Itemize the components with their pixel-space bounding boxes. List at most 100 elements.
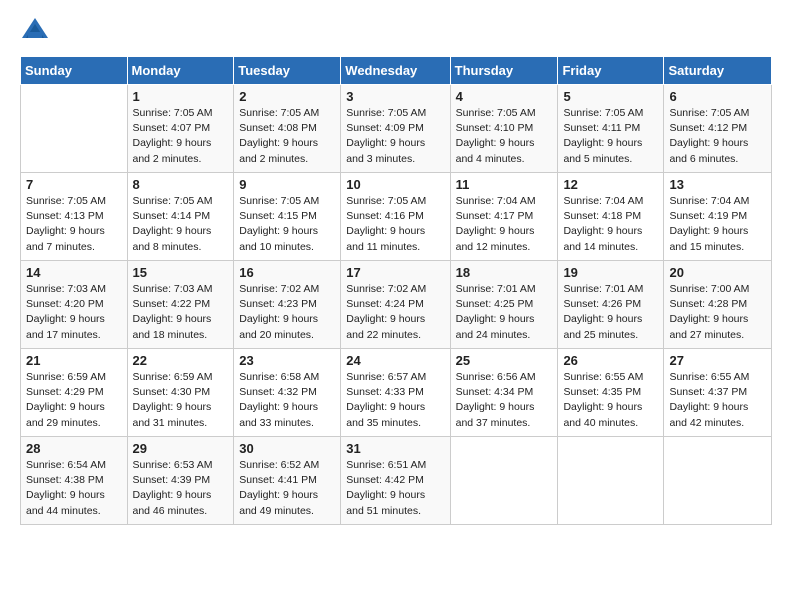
- day-info: Sunrise: 7:05 AMSunset: 4:07 PMDaylight:…: [133, 106, 229, 167]
- logo: [20, 16, 54, 46]
- calendar-cell: 27Sunrise: 6:55 AMSunset: 4:37 PMDayligh…: [664, 349, 772, 437]
- day-number: 17: [346, 265, 444, 280]
- day-number: 27: [669, 353, 766, 368]
- day-number: 11: [456, 177, 553, 192]
- calendar-body: 1 Sunrise: 7:05 AMSunset: 4:07 PMDaylight…: [21, 85, 772, 525]
- weekday-header-tuesday: Tuesday: [234, 57, 341, 85]
- calendar-cell: 25 Sunrise: 6:56 AMSunset: 4:34 PMDayligh…: [450, 349, 558, 437]
- calendar-cell: 16Sunrise: 7:02 AMSunset: 4:23 PMDayligh…: [234, 261, 341, 349]
- day-info: Sunrise: 7:04 AMSunset: 4:18 PMDaylight:…: [563, 194, 658, 255]
- calendar-cell: [558, 437, 664, 525]
- day-number: 3: [346, 89, 444, 104]
- day-info: Sunrise: 7:02 AMSunset: 4:24 PMDaylight:…: [346, 282, 444, 343]
- day-number: 15: [133, 265, 229, 280]
- day-info: Sunrise: 6:53 AMSunset: 4:39 PMDaylight:…: [133, 458, 229, 519]
- calendar-table: SundayMondayTuesdayWednesdayThursdayFrid…: [20, 56, 772, 525]
- calendar-cell: 10 Sunrise: 7:05 AMSunset: 4:16 PMDayligh…: [341, 173, 450, 261]
- day-info: Sunrise: 7:05 AMSunset: 4:16 PMDaylight:…: [346, 194, 444, 255]
- calendar-cell: 3Sunrise: 7:05 AMSunset: 4:09 PMDaylight…: [341, 85, 450, 173]
- day-number: 2: [239, 89, 335, 104]
- day-number: 28: [26, 441, 122, 456]
- calendar-cell: [664, 437, 772, 525]
- day-number: 20: [669, 265, 766, 280]
- day-info: Sunrise: 6:54 AMSunset: 4:38 PMDaylight:…: [26, 458, 122, 519]
- calendar-cell: [450, 437, 558, 525]
- header: [20, 16, 772, 46]
- calendar-cell: 29 Sunrise: 6:53 AMSunset: 4:39 PMDayligh…: [127, 437, 234, 525]
- calendar-cell: 20 Sunrise: 7:00 AMSunset: 4:28 PMDayligh…: [664, 261, 772, 349]
- day-number: 25: [456, 353, 553, 368]
- day-info: Sunrise: 6:51 AMSunset: 4:42 PMDaylight:…: [346, 458, 444, 519]
- day-number: 7: [26, 177, 122, 192]
- day-number: 19: [563, 265, 658, 280]
- day-number: 22: [133, 353, 229, 368]
- day-info: Sunrise: 6:59 AMSunset: 4:30 PMDaylight:…: [133, 370, 229, 431]
- day-info: Sunrise: 7:00 AMSunset: 4:28 PMDaylight:…: [669, 282, 766, 343]
- calendar-cell: 12 Sunrise: 7:04 AMSunset: 4:18 PMDayligh…: [558, 173, 664, 261]
- day-info: Sunrise: 6:58 AMSunset: 4:32 PMDaylight:…: [239, 370, 335, 431]
- day-number: 6: [669, 89, 766, 104]
- calendar-cell: [21, 85, 128, 173]
- day-number: 12: [563, 177, 658, 192]
- day-info: Sunrise: 7:04 AMSunset: 4:17 PMDaylight:…: [456, 194, 553, 255]
- day-number: 10: [346, 177, 444, 192]
- calendar-cell: 9 Sunrise: 7:05 AMSunset: 4:15 PMDaylight…: [234, 173, 341, 261]
- weekday-header-saturday: Saturday: [664, 57, 772, 85]
- calendar-week-5: 28 Sunrise: 6:54 AMSunset: 4:38 PMDayligh…: [21, 437, 772, 525]
- logo-icon: [20, 16, 50, 46]
- day-info: Sunrise: 7:05 AMSunset: 4:15 PMDaylight:…: [239, 194, 335, 255]
- calendar-cell: 24Sunrise: 6:57 AMSunset: 4:33 PMDayligh…: [341, 349, 450, 437]
- calendar-cell: 22 Sunrise: 6:59 AMSunset: 4:30 PMDayligh…: [127, 349, 234, 437]
- weekday-header-monday: Monday: [127, 57, 234, 85]
- day-info: Sunrise: 7:05 AMSunset: 4:10 PMDaylight:…: [456, 106, 553, 167]
- day-number: 9: [239, 177, 335, 192]
- calendar-cell: 21Sunrise: 6:59 AMSunset: 4:29 PMDayligh…: [21, 349, 128, 437]
- day-number: 26: [563, 353, 658, 368]
- day-info: Sunrise: 7:03 AMSunset: 4:20 PMDaylight:…: [26, 282, 122, 343]
- day-info: Sunrise: 7:05 AMSunset: 4:14 PMDaylight:…: [133, 194, 229, 255]
- calendar-cell: 6 Sunrise: 7:05 AMSunset: 4:12 PMDaylight…: [664, 85, 772, 173]
- calendar-cell: 1 Sunrise: 7:05 AMSunset: 4:07 PMDaylight…: [127, 85, 234, 173]
- day-info: Sunrise: 6:57 AMSunset: 4:33 PMDaylight:…: [346, 370, 444, 431]
- calendar-cell: 5 Sunrise: 7:05 AMSunset: 4:11 PMDaylight…: [558, 85, 664, 173]
- weekday-header-sunday: Sunday: [21, 57, 128, 85]
- calendar-cell: 14 Sunrise: 7:03 AMSunset: 4:20 PMDayligh…: [21, 261, 128, 349]
- day-info: Sunrise: 7:05 AMSunset: 4:11 PMDaylight:…: [563, 106, 658, 167]
- calendar-cell: 13Sunrise: 7:04 AMSunset: 4:19 PMDayligh…: [664, 173, 772, 261]
- calendar-cell: 19Sunrise: 7:01 AMSunset: 4:26 PMDayligh…: [558, 261, 664, 349]
- day-number: 31: [346, 441, 444, 456]
- calendar-week-2: 7 Sunrise: 7:05 AMSunset: 4:13 PMDaylight…: [21, 173, 772, 261]
- day-info: Sunrise: 6:52 AMSunset: 4:41 PMDaylight:…: [239, 458, 335, 519]
- day-info: Sunrise: 7:04 AMSunset: 4:19 PMDaylight:…: [669, 194, 766, 255]
- day-number: 30: [239, 441, 335, 456]
- day-info: Sunrise: 6:55 AMSunset: 4:35 PMDaylight:…: [563, 370, 658, 431]
- calendar-cell: 31 Sunrise: 6:51 AMSunset: 4:42 PMDayligh…: [341, 437, 450, 525]
- calendar-cell: 4Sunrise: 7:05 AMSunset: 4:10 PMDaylight…: [450, 85, 558, 173]
- weekday-header-row: SundayMondayTuesdayWednesdayThursdayFrid…: [21, 57, 772, 85]
- calendar-cell: 17 Sunrise: 7:02 AMSunset: 4:24 PMDayligh…: [341, 261, 450, 349]
- day-number: 29: [133, 441, 229, 456]
- weekday-header-friday: Friday: [558, 57, 664, 85]
- day-info: Sunrise: 7:02 AMSunset: 4:23 PMDaylight:…: [239, 282, 335, 343]
- day-number: 14: [26, 265, 122, 280]
- calendar-cell: 28 Sunrise: 6:54 AMSunset: 4:38 PMDayligh…: [21, 437, 128, 525]
- day-info: Sunrise: 6:59 AMSunset: 4:29 PMDaylight:…: [26, 370, 122, 431]
- day-info: Sunrise: 7:01 AMSunset: 4:25 PMDaylight:…: [456, 282, 553, 343]
- calendar-cell: 8Sunrise: 7:05 AMSunset: 4:14 PMDaylight…: [127, 173, 234, 261]
- calendar-cell: 7 Sunrise: 7:05 AMSunset: 4:13 PMDaylight…: [21, 173, 128, 261]
- calendar-cell: 2 Sunrise: 7:05 AMSunset: 4:08 PMDaylight…: [234, 85, 341, 173]
- day-number: 23: [239, 353, 335, 368]
- calendar-cell: 18Sunrise: 7:01 AMSunset: 4:25 PMDayligh…: [450, 261, 558, 349]
- calendar-header: SundayMondayTuesdayWednesdayThursdayFrid…: [21, 57, 772, 85]
- weekday-header-wednesday: Wednesday: [341, 57, 450, 85]
- day-info: Sunrise: 7:05 AMSunset: 4:12 PMDaylight:…: [669, 106, 766, 167]
- day-info: Sunrise: 6:56 AMSunset: 4:34 PMDaylight:…: [456, 370, 553, 431]
- day-info: Sunrise: 7:05 AMSunset: 4:13 PMDaylight:…: [26, 194, 122, 255]
- calendar-cell: 26 Sunrise: 6:55 AMSunset: 4:35 PMDayligh…: [558, 349, 664, 437]
- day-info: Sunrise: 7:05 AMSunset: 4:08 PMDaylight:…: [239, 106, 335, 167]
- page: SundayMondayTuesdayWednesdayThursdayFrid…: [0, 0, 792, 612]
- calendar-cell: 15Sunrise: 7:03 AMSunset: 4:22 PMDayligh…: [127, 261, 234, 349]
- day-number: 5: [563, 89, 658, 104]
- day-number: 1: [133, 89, 229, 104]
- calendar-cell: 11 Sunrise: 7:04 AMSunset: 4:17 PMDayligh…: [450, 173, 558, 261]
